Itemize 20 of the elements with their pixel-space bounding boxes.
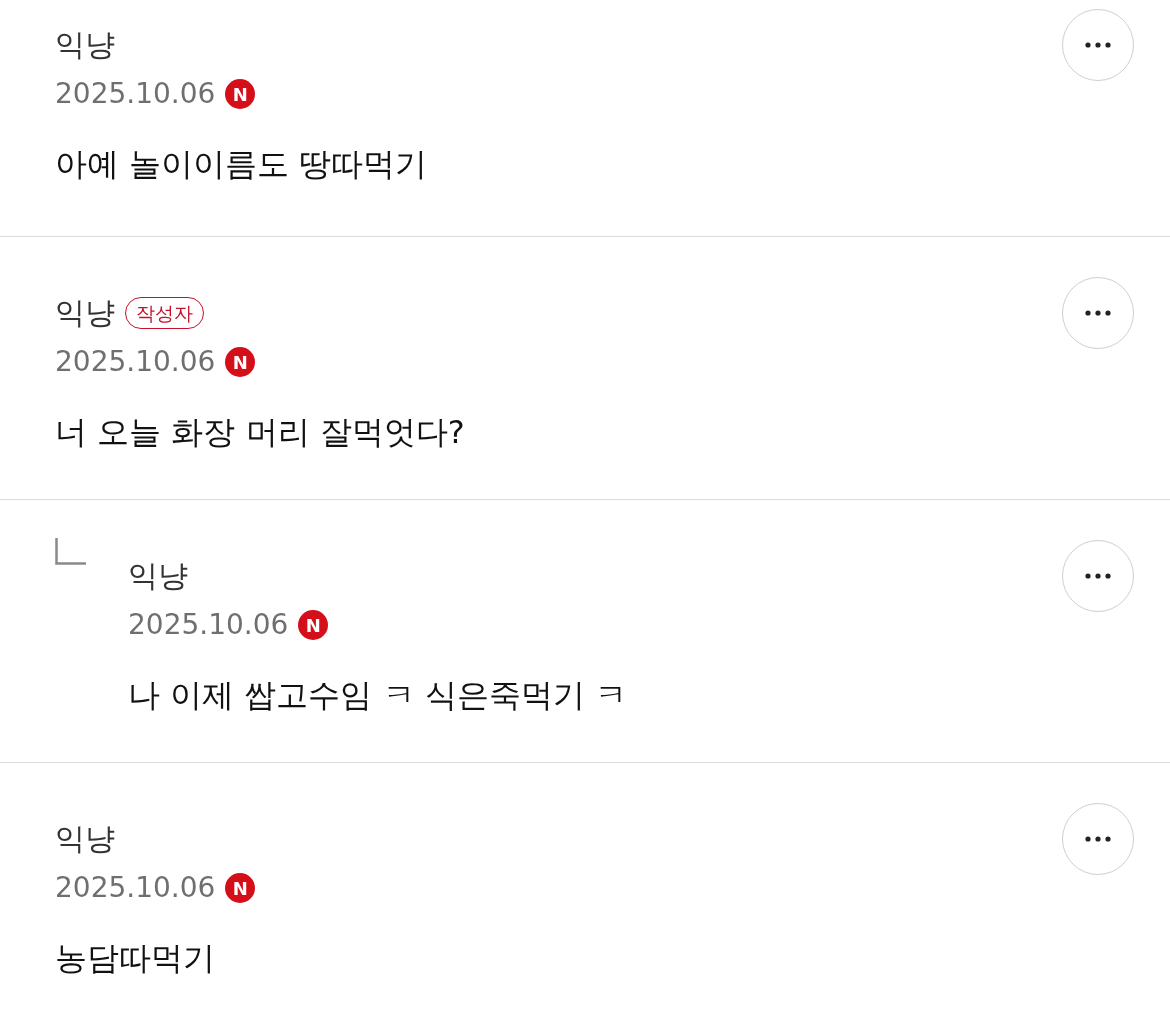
new-badge: N — [225, 79, 256, 109]
comment-text: 농담따먹기 — [55, 938, 216, 979]
comment-text: 아예 놀이이름도 땅따먹기 — [55, 144, 429, 185]
comment-date: 2025.10.06 — [128, 607, 289, 643]
comment-text: 너 오늘 화장 머리 잘먹엇다? — [55, 412, 466, 453]
new-badge: N — [225, 873, 256, 903]
new-badge: N — [298, 610, 329, 640]
comment-date: 2025.10.06 — [55, 76, 216, 112]
new-badge: N — [225, 347, 256, 377]
more-icon — [1085, 836, 1111, 842]
more-icon — [1085, 310, 1111, 316]
comment-text: 나 이제 쌉고수임 ㅋ 식은죽먹기 ㅋ — [128, 675, 628, 716]
author-name: 익냥 — [55, 294, 115, 332]
comment-date: 2025.10.06 — [55, 870, 216, 906]
author-name: 익냥 — [128, 557, 188, 595]
author-name: 익냥 — [55, 820, 115, 858]
more-icon — [1085, 42, 1111, 48]
comment-date: 2025.10.06 — [55, 344, 216, 380]
author-name: 익냥 — [55, 26, 115, 64]
more-icon — [1085, 573, 1111, 579]
